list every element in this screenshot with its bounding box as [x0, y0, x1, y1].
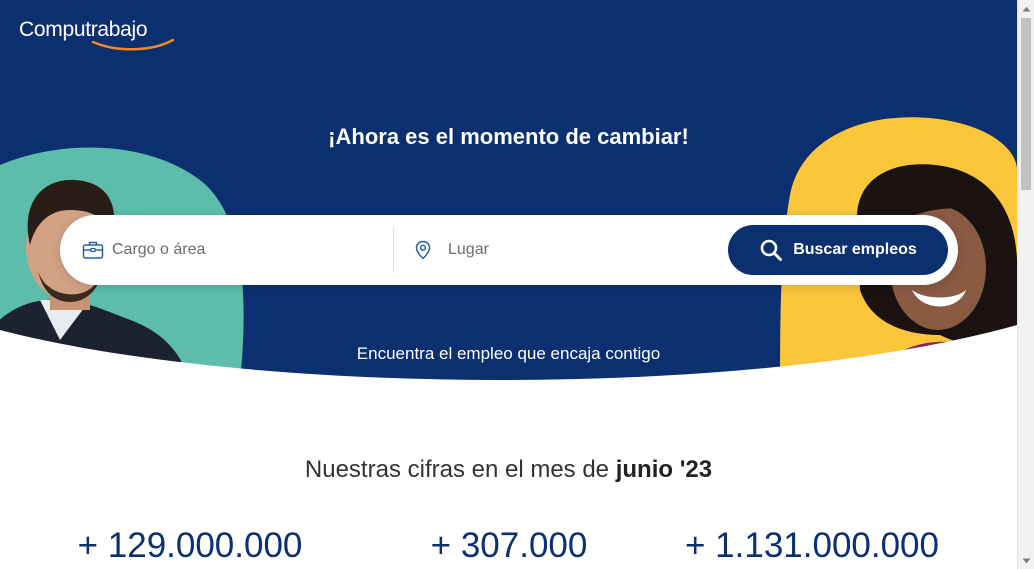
location-input[interactable]	[448, 241, 688, 259]
scroll-up-arrow-icon[interactable]	[1018, 0, 1034, 17]
location-pin-icon	[412, 239, 434, 261]
stat-number: + 1.131.000.000	[685, 526, 939, 565]
search-button-label: Buscar empleos	[793, 241, 917, 258]
vertical-scrollbar[interactable]	[1017, 0, 1034, 569]
stat-number: + 307.000	[430, 526, 588, 565]
search-jobs-button[interactable]: Buscar empleos	[728, 225, 948, 275]
field-divider	[393, 227, 394, 273]
stats-title-month: junio '23	[615, 456, 713, 483]
job-title-field[interactable]	[82, 215, 392, 285]
scroll-down-arrow-icon[interactable]	[1018, 552, 1034, 569]
scrollbar-thumb[interactable]	[1021, 18, 1031, 190]
hero-title: ¡Ahora es el momento de cambiar!	[328, 124, 689, 149]
brand-logo[interactable]: Computrabajo	[19, 18, 175, 58]
briefcase-icon	[82, 239, 104, 261]
job-search-bar: Buscar empleos	[60, 215, 958, 285]
logo-swoosh-icon	[91, 38, 175, 51]
hero-section: Computrabajo ¡Ahora es el momento de cam…	[0, 0, 1017, 400]
job-title-input[interactable]	[112, 241, 352, 259]
page: Computrabajo ¡Ahora es el momento de cam…	[0, 0, 1034, 569]
stat-number: + 129.000.000	[77, 526, 303, 565]
stats-title: Nuestras cifras en el mes de junio '23	[0, 456, 1017, 484]
hero-subtitle: Encuentra el empleo que encaja contigo	[356, 344, 661, 363]
hero-background	[0, 0, 1017, 400]
location-field[interactable]	[412, 215, 712, 285]
stats-title-prefix: Nuestras cifras en el mes de	[304, 456, 610, 483]
search-icon	[759, 238, 783, 262]
